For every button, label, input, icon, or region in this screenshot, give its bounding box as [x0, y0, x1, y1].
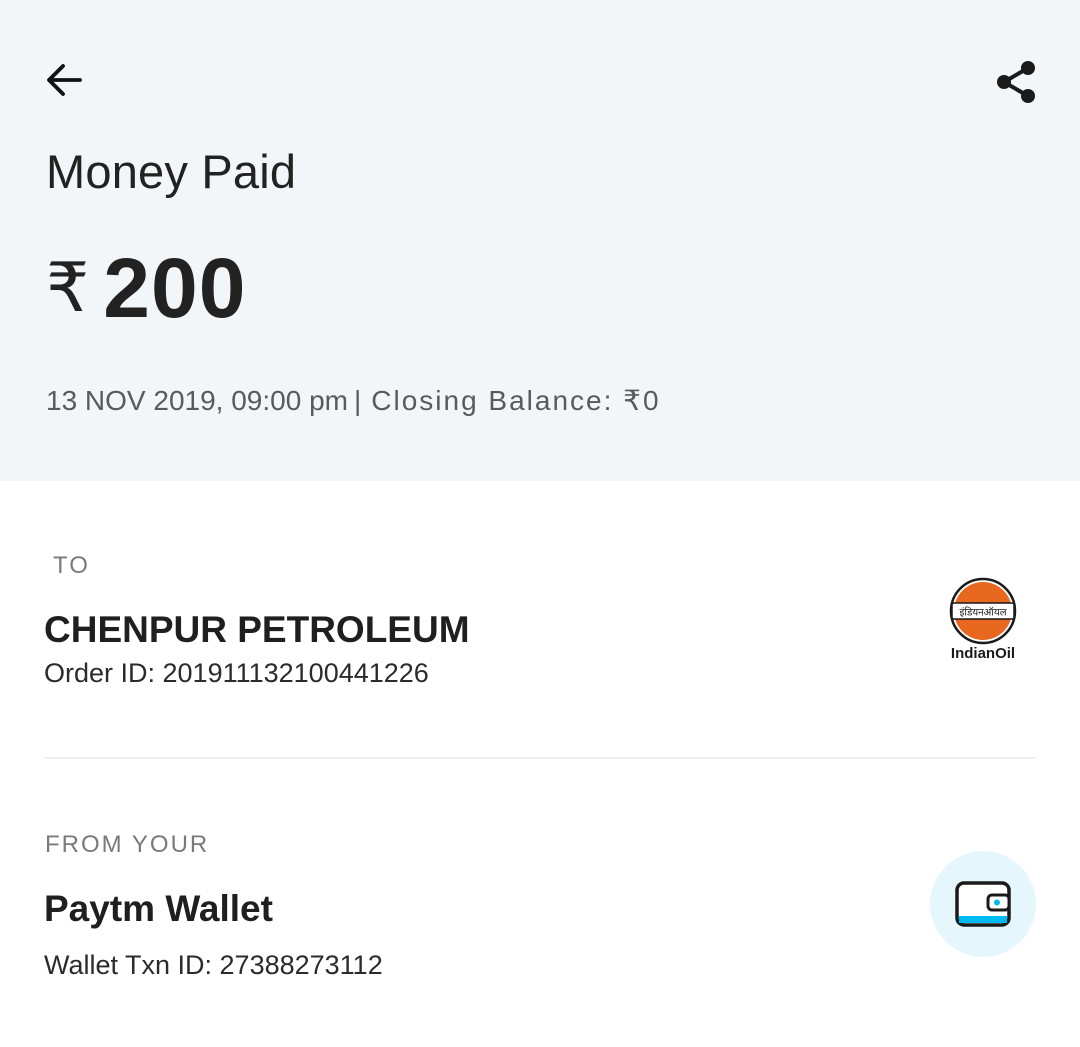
wallet-txn-id: Wallet Txn ID: 27388273112 — [44, 950, 383, 980]
wallet-icon — [955, 881, 1011, 927]
logo-brand-text: IndianOil — [951, 645, 1015, 662]
indianoil-logo: इंडियनऑयल IndianOil — [942, 576, 1024, 662]
back-button[interactable] — [38, 54, 90, 106]
payee-name: CHENPUR PETROLEUM — [44, 609, 470, 650]
logo-hindi-text: इंडियनऑयल — [959, 607, 1006, 619]
to-label: TO — [53, 552, 90, 579]
transaction-datetime: 13 NOV 2019, 09:00 pm — [46, 384, 348, 416]
amount-display: ₹ 200 — [46, 238, 246, 338]
source-name: Paytm Wallet — [44, 888, 273, 929]
closing-balance: Closing Balance: ₹0 — [371, 385, 661, 416]
from-label: FROM YOUR — [45, 831, 210, 858]
meta-separator: | — [353, 384, 362, 416]
arrow-left-icon — [47, 64, 82, 96]
transaction-meta: 13 NOV 2019, 09:00 pm | Closing Balance:… — [46, 384, 661, 417]
wallet-icon-badge — [930, 851, 1036, 957]
order-id: Order ID: 201911132100441226 — [44, 658, 429, 688]
transaction-header: Money Paid ₹ 200 13 NOV 2019, 09:00 pm |… — [0, 0, 1080, 481]
page-title: Money Paid — [46, 145, 297, 198]
amount-value: 200 — [103, 240, 247, 335]
share-button[interactable] — [988, 54, 1044, 110]
currency-symbol: ₹ — [46, 249, 90, 326]
section-divider — [44, 757, 1036, 759]
share-icon — [997, 61, 1035, 103]
